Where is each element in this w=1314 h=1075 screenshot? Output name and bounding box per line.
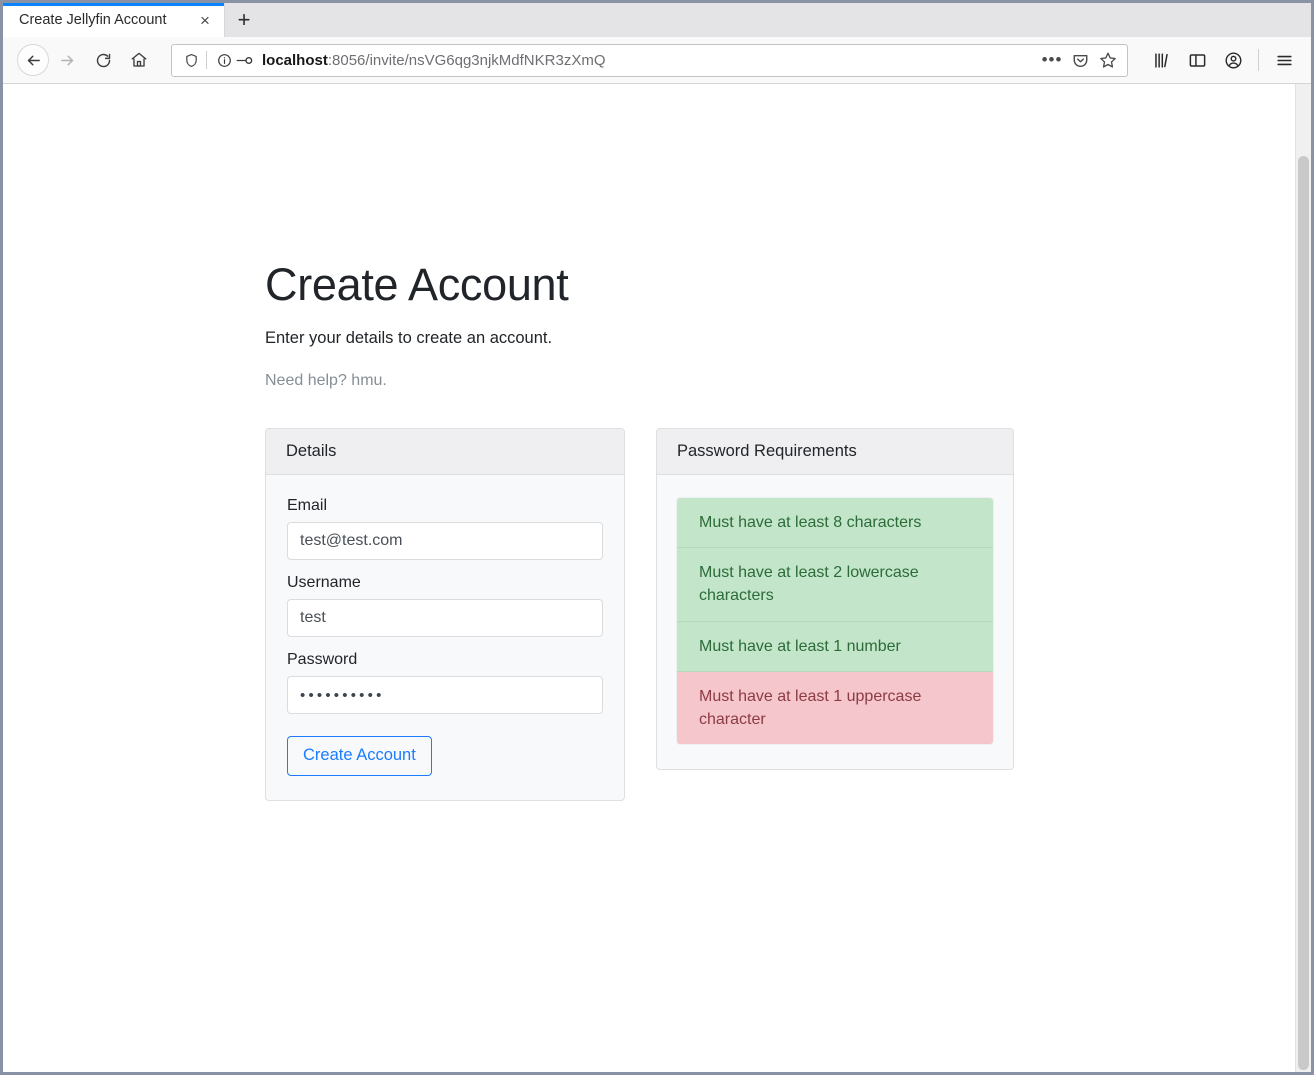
page-help-text: Need help? hmu. <box>265 372 387 389</box>
page-content: Create Account Enter your details to cre… <box>265 259 1265 801</box>
password-requirements-card: Password Requirements Must have at least… <box>656 428 1014 771</box>
toolbar-right-actions <box>1144 43 1301 77</box>
list-item: Must have at least 2 lowercase character… <box>677 548 993 622</box>
home-button[interactable] <box>121 42 157 78</box>
key-icon <box>236 56 252 64</box>
tab-title: Create Jellyfin Account <box>19 12 167 28</box>
library-icon <box>1154 52 1168 68</box>
screenshot-root: Create Jellyfin Account × + localhost:80… <box>0 0 1314 1075</box>
list-item: Must have at least 1 number <box>677 621 993 672</box>
cards-row: Details Email Username <box>265 428 1265 801</box>
forward-button[interactable] <box>49 42 85 78</box>
address-bar[interactable]: localhost:8056/invite/nsVG6qg3njkMdfNKR3… <box>171 43 1128 77</box>
password-field[interactable] <box>287 676 603 714</box>
saved-login-key-icon[interactable] <box>234 50 254 70</box>
sidebar-icon <box>1189 53 1205 67</box>
navigation-toolbar: localhost:8056/invite/nsVG6qg3njkMdfNKR3… <box>3 37 1311 84</box>
username-field[interactable] <box>287 599 603 637</box>
requirements-list: Must have at least 8 characters Must hav… <box>676 497 994 745</box>
star-icon <box>1100 52 1116 68</box>
tab-strip: Create Jellyfin Account × + <box>3 3 1311 37</box>
email-label: Email <box>287 497 328 514</box>
tracking-protection-shield-icon <box>185 53 197 67</box>
list-item: Must have at least 8 characters <box>677 498 993 549</box>
create-account-button[interactable]: Create Account <box>287 736 432 776</box>
close-icon[interactable]: × <box>194 9 216 31</box>
info-circle-icon <box>217 53 231 67</box>
web-page: Create Account Enter your details to cre… <box>3 84 1295 1072</box>
back-arrow-icon <box>27 55 40 65</box>
details-card-body: Email Username Password <box>266 475 624 800</box>
app-menu-button[interactable] <box>1267 43 1301 77</box>
account-button[interactable] <box>1216 43 1250 77</box>
email-form-group: Email <box>287 497 603 560</box>
username-label: Username <box>287 574 361 591</box>
requirements-card-header: Password Requirements <box>657 429 1013 475</box>
url-text: localhost:8056/invite/nsVG6qg3njkMdfNKR3… <box>262 52 1039 69</box>
page-title: Create Account <box>265 259 569 310</box>
password-form-group: Password <box>287 651 603 714</box>
reload-icon <box>96 53 110 67</box>
list-item: Must have at least 1 uppercase character <box>677 671 993 745</box>
browser-tab-active[interactable]: Create Jellyfin Account × <box>3 3 225 37</box>
toolbar-separator <box>1258 49 1259 71</box>
page-info-icon[interactable] <box>214 50 234 70</box>
urlbar-wrapper: localhost:8056/invite/nsVG6qg3njkMdfNKR3… <box>171 43 1128 77</box>
password-label: Password <box>287 651 358 668</box>
library-button[interactable] <box>1144 43 1178 77</box>
details-card-header: Details <box>266 429 624 475</box>
page-viewport: Create Account Enter your details to cre… <box>3 84 1311 1072</box>
url-path: :8056/invite/nsVG6qg3njkMdfNKR3zXmQ <box>327 51 606 69</box>
account-avatar-icon <box>1225 52 1241 68</box>
pocket-icon <box>1073 54 1087 67</box>
urlbar-actions: ••• <box>1039 47 1121 73</box>
page-lead-text: Enter your details to create an account. <box>265 329 553 347</box>
scrollbar-thumb[interactable] <box>1298 156 1309 1070</box>
home-icon <box>131 52 147 67</box>
page-scrollbar[interactable] <box>1295 84 1311 1072</box>
forward-arrow-icon <box>60 55 73 65</box>
page-actions-icon[interactable]: ••• <box>1039 47 1065 73</box>
hamburger-menu-icon <box>1276 55 1292 65</box>
details-card: Details Email Username <box>265 428 625 801</box>
bookmark-star-icon[interactable] <box>1095 47 1121 73</box>
new-tab-icon[interactable]: + <box>225 3 263 37</box>
url-host: localhost <box>262 51 328 69</box>
requirements-card-body: Must have at least 8 characters Must hav… <box>657 475 1013 769</box>
pocket-save-icon[interactable] <box>1067 47 1093 73</box>
browser-window: Create Jellyfin Account × + localhost:80… <box>0 0 1314 1075</box>
back-button[interactable] <box>17 44 49 76</box>
username-form-group: Username <box>287 574 603 637</box>
sidebar-button[interactable] <box>1180 43 1214 77</box>
email-field[interactable] <box>287 522 603 560</box>
reload-button[interactable] <box>85 42 121 78</box>
shield-icon[interactable] <box>180 49 202 71</box>
identity-separator <box>206 51 207 69</box>
